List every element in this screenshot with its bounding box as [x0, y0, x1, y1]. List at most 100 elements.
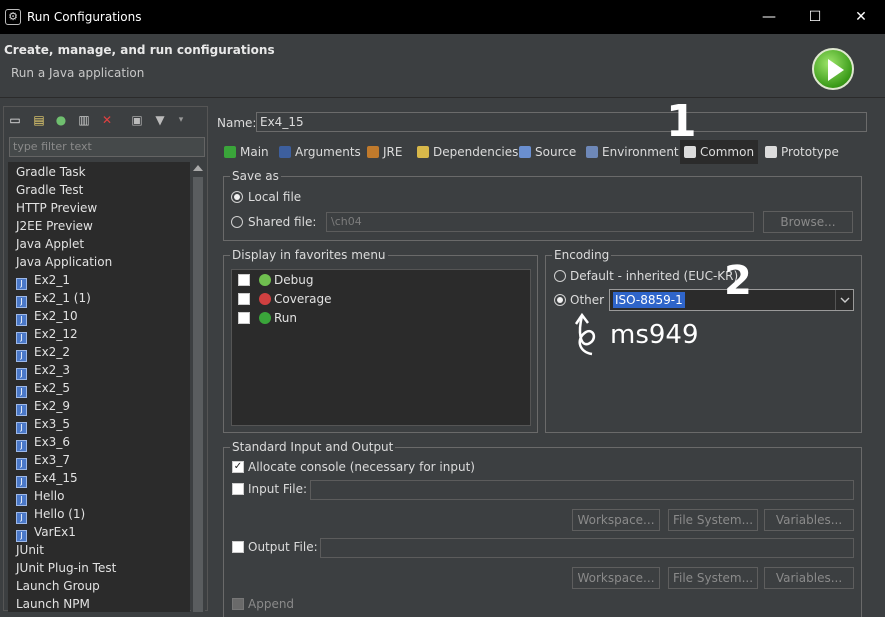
- tree-item[interactable]: J Ex3_5: [16, 415, 70, 434]
- tree-item[interactable]: Gradle Task: [16, 163, 86, 181]
- local-file-label[interactable]: Local file: [248, 190, 301, 204]
- tree-item-label: Ex2_3: [34, 363, 70, 377]
- input-file-label[interactable]: Input File:: [248, 482, 307, 496]
- tree-scrollbar[interactable]: [191, 162, 205, 612]
- tab-label: Source: [535, 145, 577, 159]
- arguments-tab-icon: [279, 146, 291, 158]
- source-tab-icon: [519, 146, 531, 158]
- tree-item-label: Ex3_6: [34, 435, 70, 449]
- minimize-button[interactable]: —: [746, 0, 792, 34]
- tree-item[interactable]: J Ex3_7: [16, 451, 70, 470]
- favorite-checkbox[interactable]: [238, 312, 250, 324]
- tree-item[interactable]: Java Applet: [16, 235, 84, 253]
- tree-item[interactable]: J Ex2_2: [16, 343, 70, 362]
- favorite-item-debug[interactable]: Debug: [238, 271, 518, 289]
- tree-item[interactable]: J Ex2_12: [16, 325, 78, 344]
- allocate-console-checkbox[interactable]: ✓: [232, 461, 244, 473]
- default-encoding-radio[interactable]: [554, 270, 566, 282]
- favorite-checkbox[interactable]: [238, 274, 250, 286]
- input-workspace-button: Workspace...: [572, 509, 660, 531]
- other-encoding-label[interactable]: Other: [570, 293, 604, 307]
- allocate-console-label[interactable]: Allocate console (necessary for input): [248, 460, 475, 474]
- shared-file-label[interactable]: Shared file:: [248, 215, 316, 229]
- tree-item[interactable]: J Ex2_9: [16, 397, 70, 416]
- tree-item-label: Ex2_1 (1): [34, 291, 91, 305]
- filter-icon[interactable]: ▼: [153, 113, 167, 127]
- output-file-checkbox[interactable]: [232, 541, 244, 553]
- tree-item[interactable]: J Ex2_1: [16, 271, 70, 290]
- other-encoding-radio[interactable]: [554, 294, 566, 306]
- tree-item[interactable]: J Ex3_6: [16, 433, 70, 452]
- collapse-all-icon[interactable]: ▣: [130, 113, 144, 127]
- main-tab-icon: [224, 146, 236, 158]
- favorite-label: Run: [274, 311, 298, 325]
- tree-item[interactable]: Java Application: [16, 253, 112, 271]
- favorites-title: Display in favorites menu: [230, 247, 388, 263]
- close-button[interactable]: ✕: [838, 0, 884, 34]
- shared-file-radio[interactable]: [231, 216, 243, 228]
- tree-item[interactable]: J2EE Preview: [16, 217, 93, 235]
- chevron-down-icon[interactable]: [835, 290, 853, 310]
- new-config-icon[interactable]: ▭: [8, 113, 22, 127]
- tree-item-label: Java Application: [16, 255, 113, 269]
- tree-item-label: Ex2_10: [34, 309, 78, 323]
- tree-item[interactable]: JUnit Plug-in Test: [16, 559, 116, 577]
- duplicate-config-icon[interactable]: ▥: [77, 113, 91, 127]
- tab-main[interactable]: Main: [220, 140, 272, 164]
- scroll-thumb[interactable]: [193, 177, 203, 612]
- tree-item[interactable]: J Hello: [16, 487, 64, 506]
- tree-item-label: HTTP Preview: [16, 201, 98, 215]
- default-encoding-label[interactable]: Default - inherited (EUC-KR): [570, 269, 738, 283]
- tab-dependencies[interactable]: Dependencies: [413, 140, 518, 164]
- delete-config-icon[interactable]: ✕: [100, 113, 114, 127]
- tree-item[interactable]: J Ex2_10: [16, 307, 78, 326]
- tree-item[interactable]: HTTP Preview: [16, 199, 97, 217]
- filter-input[interactable]: type filter text: [9, 137, 205, 157]
- tree-item[interactable]: J Ex2_5: [16, 379, 70, 398]
- tree-item-label: JUnit: [16, 543, 44, 557]
- prototype-tab-icon: [765, 146, 777, 158]
- tree-item-label: Ex2_5: [34, 381, 70, 395]
- favorites-list[interactable]: Debug Coverage Run: [231, 269, 531, 426]
- scroll-up-arrow-icon[interactable]: [193, 165, 203, 171]
- view-menu-chevron-icon[interactable]: ▾: [174, 113, 188, 127]
- configuration-tree[interactable]: Gradle Task Gradle Test HTTP Preview J2EE P…: [8, 162, 190, 612]
- encoding-combo-value[interactable]: ISO-8859-1: [613, 292, 685, 308]
- tree-item[interactable]: Gradle Test: [16, 181, 83, 199]
- local-file-radio[interactable]: [231, 191, 243, 203]
- tree-item[interactable]: Launch NPM: [16, 595, 90, 612]
- maximize-button[interactable]: ☐: [792, 0, 838, 34]
- tree-item[interactable]: JUnit: [16, 541, 44, 559]
- favorite-item-run[interactable]: Run: [238, 309, 518, 327]
- annotation-arrow-icon: [574, 312, 596, 356]
- coverage-icon: [259, 293, 271, 305]
- dependencies-tab-icon: [417, 146, 429, 158]
- favorite-item-coverage[interactable]: Coverage: [238, 290, 518, 308]
- tree-item[interactable]: J Ex2_1 (1): [16, 289, 91, 308]
- config-toolbar: ▭ ▤ ● ▥ ✕ ▣ ▼ ▾: [4, 107, 207, 133]
- tree-item[interactable]: J VarEx1: [16, 523, 76, 542]
- name-field[interactable]: Ex4_15: [256, 112, 867, 132]
- std-io-group: Standard Input and Output ✓ Allocate con…: [223, 439, 862, 617]
- output-file-label[interactable]: Output File:: [248, 540, 318, 554]
- tree-item-label: VarEx1: [34, 525, 76, 539]
- tab-prototype[interactable]: Prototype: [761, 140, 841, 164]
- output-variables-button: Variables...: [764, 567, 854, 589]
- tree-item[interactable]: J Ex4_15: [16, 469, 78, 488]
- tree-item[interactable]: Launch Group: [16, 577, 100, 595]
- tab-source[interactable]: Source: [515, 140, 579, 164]
- export-config-icon[interactable]: ●: [54, 113, 68, 127]
- tab-arguments[interactable]: Arguments: [275, 140, 361, 164]
- tree-item-label: Java Applet: [16, 237, 85, 251]
- favorite-checkbox[interactable]: [238, 293, 250, 305]
- tree-item[interactable]: J Hello (1): [16, 505, 85, 524]
- tree-item[interactable]: J Ex2_3: [16, 361, 70, 380]
- input-file-field: [310, 480, 854, 500]
- tab-environment[interactable]: Environment: [582, 140, 679, 164]
- run-logo-icon: [812, 48, 854, 90]
- input-file-checkbox[interactable]: [232, 483, 244, 495]
- common-tab-icon: [684, 146, 696, 158]
- annotation-marker-2: 2: [724, 258, 752, 304]
- tab-jre[interactable]: JRE: [363, 140, 411, 164]
- new-prototype-icon[interactable]: ▤: [32, 113, 46, 127]
